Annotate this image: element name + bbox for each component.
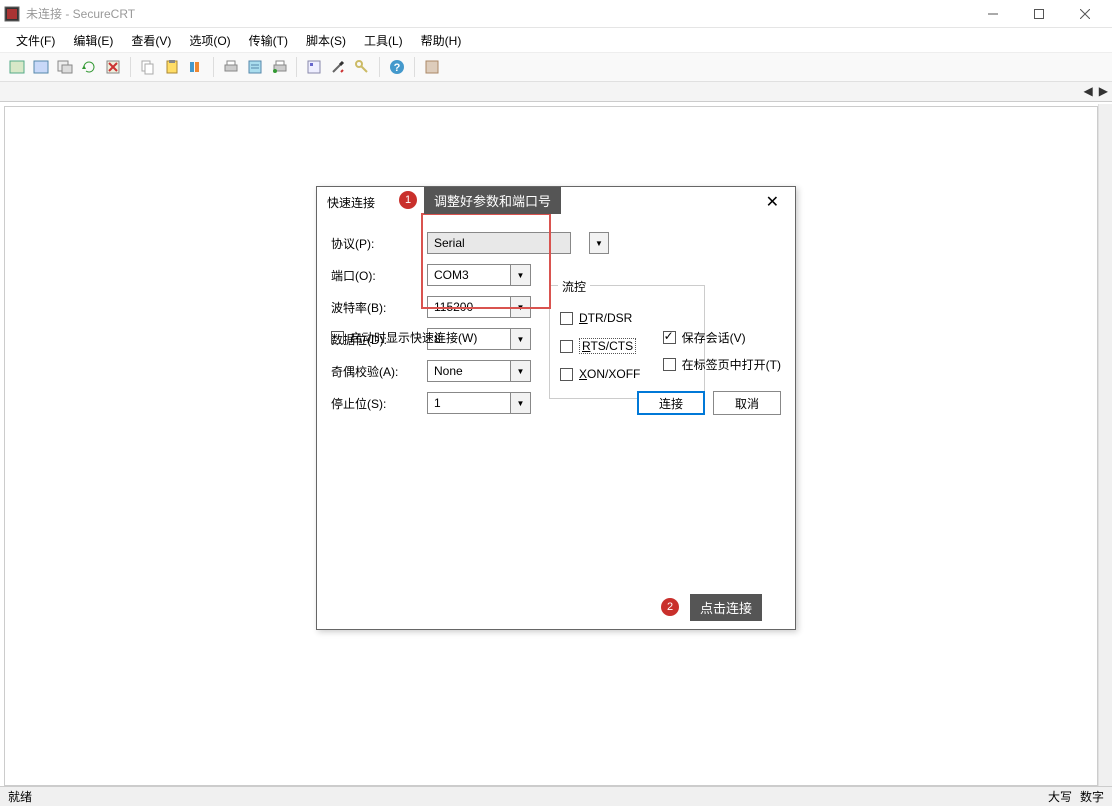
- show-on-start-label: 启动时显示快速连接(W): [350, 329, 477, 346]
- chevron-down-icon[interactable]: ▼: [511, 392, 531, 414]
- tb-log-icon[interactable]: [268, 56, 290, 78]
- chevron-down-icon[interactable]: ▼: [511, 264, 531, 286]
- vertical-scrollbar[interactable]: [1098, 104, 1112, 786]
- annotation-tooltip-2: 点击连接: [690, 594, 762, 621]
- toolbar-separator: [379, 57, 380, 77]
- tb-connect-icon[interactable]: [54, 56, 76, 78]
- toolbar-separator: [296, 57, 297, 77]
- quick-connect-dialog: 快速连接 ✕ 协议(P): Serial ▼ 端口(O): COM3 ▼ 波特率…: [316, 186, 796, 630]
- status-caps: 大写: [1048, 788, 1072, 805]
- connect-button[interactable]: 连接: [637, 391, 705, 415]
- port-value: COM3: [427, 264, 511, 286]
- minimize-button[interactable]: [970, 0, 1016, 28]
- tabstrip: ◀ ▶: [0, 82, 1112, 102]
- dtr-dsr-checkbox[interactable]: [560, 312, 573, 325]
- svg-text:?: ?: [394, 62, 401, 74]
- annotation-badge-1: 1: [399, 191, 417, 209]
- tb-paste-icon[interactable]: [161, 56, 183, 78]
- status-num: 数字: [1080, 788, 1104, 805]
- toolbar-separator: [130, 57, 131, 77]
- tb-disconnect-icon[interactable]: [102, 56, 124, 78]
- chevron-down-icon[interactable]: ▼: [589, 232, 609, 254]
- save-session-checkbox[interactable]: [663, 331, 676, 344]
- annotation-tooltip-1: 调整好参数和端口号: [424, 187, 561, 214]
- tb-sessions-icon[interactable]: [421, 56, 443, 78]
- menubar: 文件(F) 编辑(E) 查看(V) 选项(O) 传输(T) 脚本(S) 工具(L…: [0, 28, 1112, 52]
- tb-print-icon[interactable]: [220, 56, 242, 78]
- maximize-button[interactable]: [1016, 0, 1062, 28]
- stopbits-value: 1: [427, 392, 511, 414]
- dialog-close-icon[interactable]: ✕: [760, 190, 785, 214]
- tab-scroll-right-icon[interactable]: ▶: [1099, 84, 1108, 98]
- baud-label: 波特率(B):: [331, 299, 427, 316]
- menu-script[interactable]: 脚本(S): [298, 30, 354, 51]
- tb-help-icon[interactable]: ?: [386, 56, 408, 78]
- tb-find-icon[interactable]: [185, 56, 207, 78]
- menu-options[interactable]: 选项(O): [181, 30, 238, 51]
- tb-copy-icon[interactable]: [137, 56, 159, 78]
- tb-quick-connect-icon[interactable]: [30, 56, 52, 78]
- menu-file[interactable]: 文件(F): [8, 30, 63, 51]
- menu-help[interactable]: 帮助(H): [413, 30, 470, 51]
- stopbits-combo[interactable]: 1 ▼: [427, 392, 531, 414]
- tb-session-manager-icon[interactable]: [6, 56, 28, 78]
- baud-value: 115200: [427, 296, 511, 318]
- baud-combo[interactable]: 115200 ▼: [427, 296, 531, 318]
- dialog-title: 快速连接: [327, 194, 375, 211]
- save-session-label: 保存会话(V): [682, 329, 746, 346]
- connect-button-label: 连接: [659, 395, 683, 412]
- annotation-badge-2: 2: [661, 598, 679, 616]
- window-titlebar: 未连接 - SecureCRT: [0, 0, 1112, 28]
- port-label: 端口(O):: [331, 267, 427, 284]
- statusbar: 就绪 大写 数字: [0, 786, 1112, 806]
- close-button[interactable]: [1062, 0, 1108, 28]
- stopbits-label: 停止位(S):: [331, 395, 427, 412]
- menu-edit[interactable]: 编辑(E): [65, 30, 121, 51]
- show-on-start-checkbox[interactable]: [331, 331, 344, 344]
- menu-view[interactable]: 查看(V): [123, 30, 179, 51]
- menu-transfer[interactable]: 传输(T): [241, 30, 296, 51]
- tb-key-icon[interactable]: [351, 56, 373, 78]
- protocol-value: Serial: [427, 232, 571, 254]
- toolbar: ?: [0, 52, 1112, 82]
- window-title: 未连接 - SecureCRT: [26, 5, 135, 22]
- toolbar-separator: [414, 57, 415, 77]
- open-in-tab-checkbox[interactable]: [663, 358, 676, 371]
- tb-options-icon[interactable]: [303, 56, 325, 78]
- menu-tools[interactable]: 工具(L): [356, 30, 411, 51]
- open-in-tab-label: 在标签页中打开(T): [682, 356, 781, 373]
- toolbar-separator: [213, 57, 214, 77]
- tb-tools-icon[interactable]: [327, 56, 349, 78]
- protocol-label: 协议(P):: [331, 235, 427, 252]
- tab-scroll-left-icon[interactable]: ◀: [1084, 84, 1093, 98]
- status-ready: 就绪: [8, 788, 32, 805]
- cancel-button[interactable]: 取消: [713, 391, 781, 415]
- app-icon: [4, 6, 20, 22]
- chevron-down-icon[interactable]: ▼: [511, 296, 531, 318]
- port-combo[interactable]: COM3 ▼: [427, 264, 531, 286]
- window-controls: [970, 0, 1108, 28]
- protocol-combo[interactable]: Serial ▼: [427, 232, 609, 254]
- flow-control-legend: 流控: [558, 278, 590, 295]
- dtr-dsr-label: DTR/DSR: [579, 311, 632, 325]
- tb-reconnect-icon[interactable]: [78, 56, 100, 78]
- tb-properties-icon[interactable]: [244, 56, 266, 78]
